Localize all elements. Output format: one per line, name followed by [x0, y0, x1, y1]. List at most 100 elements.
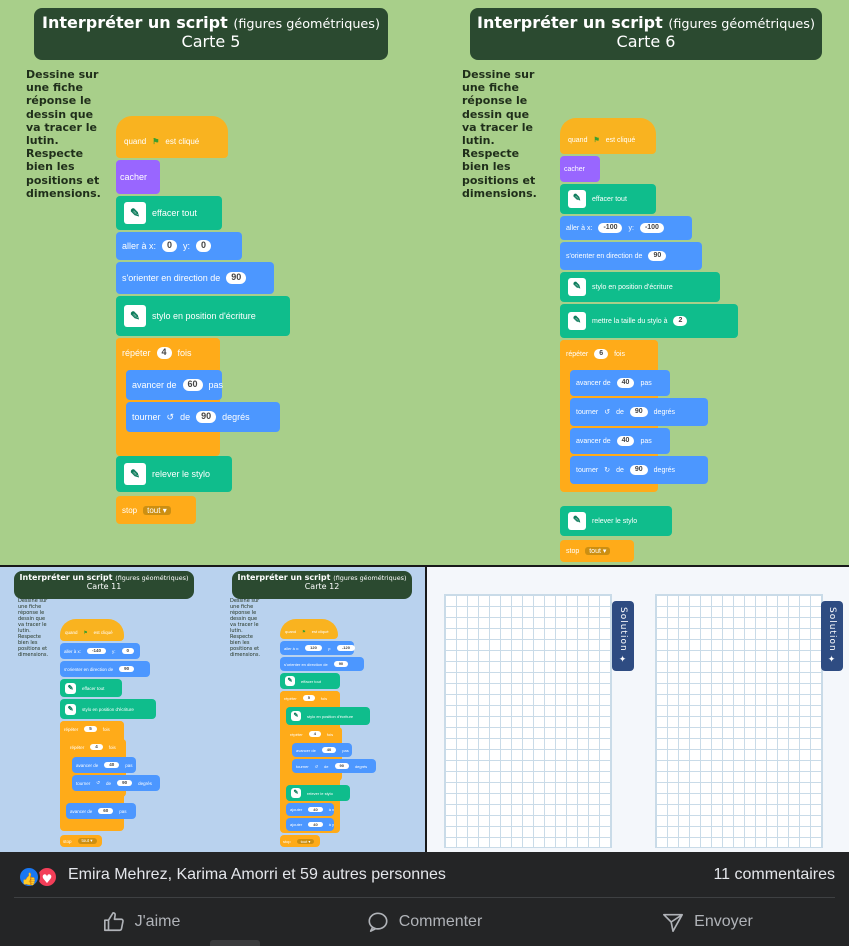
- block-text: effacer tout: [592, 195, 627, 203]
- block-text: tourner: [576, 466, 599, 474]
- pen-icon: ✎: [124, 305, 146, 327]
- block-text: fois: [177, 348, 192, 358]
- card-12-title: Interpréter un script: [237, 573, 331, 582]
- reaction-icons[interactable]: 👍 ♥: [18, 866, 62, 888]
- block-text: fois: [320, 695, 328, 701]
- input-y: 0: [196, 240, 212, 252]
- input-x: -140: [87, 648, 107, 654]
- dropdown-value: tout: [147, 505, 161, 515]
- input-x: 120: [305, 645, 322, 651]
- card-12-add-x-block: ajouter 40 à x: [286, 803, 334, 816]
- send-label: Envoyer: [694, 913, 753, 930]
- comment-button[interactable]: Commenter: [283, 898, 566, 946]
- input-x: -100: [598, 223, 623, 233]
- pen-icon: ✎: [124, 463, 146, 485]
- card-6-pen-size-block: ✎ mettre la taille du stylo à 2: [560, 304, 738, 338]
- block-text: de: [324, 763, 329, 769]
- green-flag-icon: ⚑: [83, 629, 88, 635]
- card-12-pen-up-block: ✎ relever le stylo: [286, 785, 350, 801]
- block-text: effacer tout: [301, 678, 321, 684]
- block-text: quand: [568, 136, 588, 144]
- block-text: pas: [640, 379, 652, 387]
- solution-label: Solution: [618, 607, 628, 652]
- input-direction: 90: [226, 272, 247, 284]
- card-12-number: Carte 12: [304, 582, 340, 592]
- block-text: ajouter: [290, 822, 303, 827]
- block-text: s'orienter en direction de: [122, 273, 221, 283]
- solution-label: Solution: [827, 607, 837, 652]
- block-text: degrés: [653, 466, 676, 474]
- card-12-pen-down-block: ✎ stylo en position d'écriture: [286, 707, 370, 725]
- card-11-outer-repeat-block: répéter 5 fois: [60, 721, 124, 737]
- input-repeat: 5: [84, 726, 97, 732]
- green-flag-icon: ⚑: [593, 137, 600, 144]
- input-x: 0: [162, 240, 178, 252]
- green-flag-icon: ⚑: [152, 136, 160, 146]
- block-text: aller à x:: [122, 241, 157, 251]
- input-steps: 60: [182, 379, 203, 391]
- card-11-move-block: avancer de 40 pas: [72, 757, 136, 773]
- block-text: s'orienter en direction de: [566, 252, 643, 260]
- comments-count-link[interactable]: 11 commentaires: [713, 866, 835, 884]
- send-button[interactable]: Envoyer: [566, 898, 849, 946]
- block-text: de: [180, 412, 191, 422]
- input-y: 0: [121, 648, 135, 654]
- card-6-number: Carte 6: [616, 31, 676, 51]
- block-text: pas: [342, 747, 349, 753]
- pen-icon: ✎: [65, 682, 76, 694]
- block-text: stylo en position d'écriture: [592, 283, 673, 291]
- input-steps: 40: [616, 378, 635, 388]
- solution-grid-right: [655, 594, 823, 848]
- card-11-number: Carte 11: [86, 582, 122, 592]
- block-text: aller à x:: [64, 648, 82, 654]
- card-5-hide-block: cacher: [116, 160, 160, 194]
- input-x-change: 40: [308, 806, 323, 813]
- block-text: degrés: [653, 408, 676, 416]
- block-text: avancer de: [576, 437, 611, 445]
- card-6-goto-block: aller à x: -100 y: -100: [560, 216, 692, 240]
- block-text: est cliqué: [605, 136, 636, 144]
- card-6-pen-up-block: ✎ relever le stylo: [560, 506, 672, 536]
- card-6-instructions: Dessine sur une fiche réponse le dessin …: [462, 68, 537, 200]
- card-11-move-after-block: avancer de 60 pas: [66, 803, 136, 819]
- comment-label: Commenter: [398, 913, 483, 930]
- dropdown-value: tout: [81, 838, 90, 843]
- block-text: aller à x:: [284, 645, 300, 651]
- solution-tab-left: Solution ✦: [612, 601, 634, 671]
- pen-icon: ✎: [291, 711, 301, 721]
- card-5-instructions: Dessine sur une fiche réponse le dessin …: [26, 68, 101, 200]
- block-text: de: [616, 466, 624, 474]
- input-degrees: 90: [196, 411, 217, 423]
- input-direction: 90: [119, 666, 135, 672]
- block-text: stop: [122, 505, 138, 515]
- block-text: effacer tout: [152, 208, 197, 218]
- card-6-move-block-1: avancer de 40 pas: [570, 370, 670, 396]
- rotate-left-icon: ↺: [166, 411, 175, 422]
- block-text: s'orienter en direction de: [64, 666, 114, 672]
- card-12-goto-block: aller à x: 120 y: -120: [280, 641, 355, 655]
- card-5-when-flag-block: quand ⚑ est cliqué: [116, 116, 228, 158]
- input-y-change: 40: [308, 821, 323, 828]
- like-label: J'aime: [134, 913, 181, 930]
- comment-bubble-icon: [368, 912, 388, 932]
- block-text: y:: [112, 648, 116, 654]
- card-5-instruction-1: Dessine sur une fiche réponse le dessin …: [26, 68, 99, 147]
- reactors-link[interactable]: Emira Mehrez, Karima Amorri et 59 autres…: [68, 866, 446, 884]
- like-button[interactable]: J'aime: [0, 898, 283, 946]
- block-text: avancer de: [70, 808, 93, 814]
- card-12-clear-block: ✎ effacer tout: [280, 673, 340, 689]
- block-text: pas: [119, 808, 127, 814]
- card-11-title: Interpréter un script: [19, 573, 113, 582]
- block-text: quand: [285, 629, 297, 634]
- card-12-move-block: avancer de 40 pas: [292, 743, 352, 757]
- block-text: tourner: [296, 763, 309, 769]
- block-text: répéter: [64, 726, 79, 732]
- block-text: ajouter: [290, 807, 303, 812]
- block-text: répéter: [284, 695, 297, 701]
- card-11-title-box: Interpréter un script (figures géométriq…: [14, 571, 194, 599]
- block-text: relever le stylo: [592, 517, 638, 525]
- pen-icon: ✎: [124, 202, 146, 224]
- pen-icon: ✎: [568, 190, 586, 208]
- stop-dropdown: tout ▾: [296, 838, 315, 844]
- block-text: mettre la taille du stylo à: [592, 317, 668, 325]
